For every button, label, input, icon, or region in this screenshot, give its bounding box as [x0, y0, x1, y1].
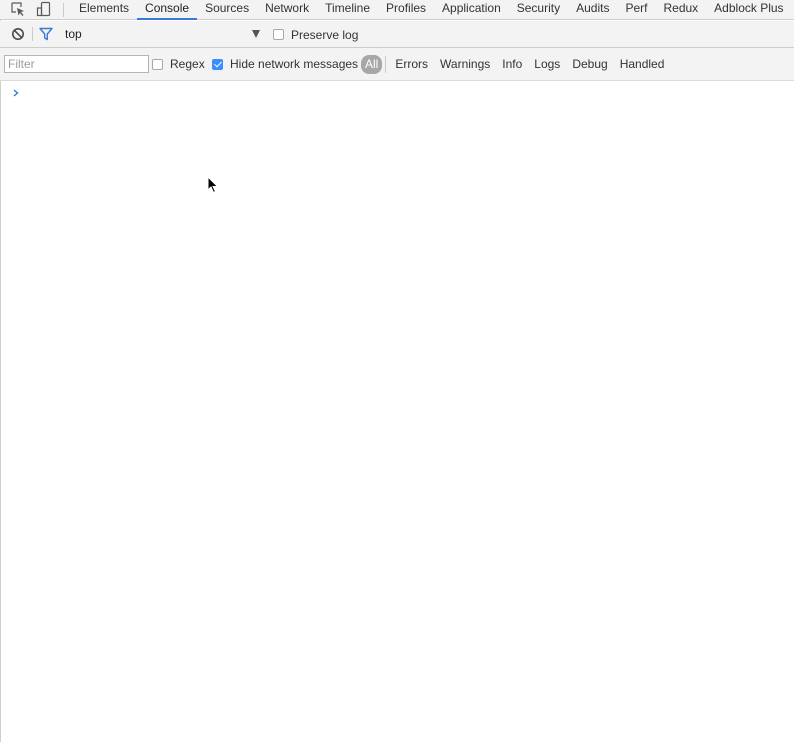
devtools-tabbar: Elements Console Sources Network Timeline Pro… [0, 0, 794, 20]
level-filter-debug[interactable]: Debug [566, 55, 613, 74]
execution-context-label: top [65, 27, 82, 41]
preserve-log-checkbox[interactable] [273, 29, 284, 40]
filter-icon[interactable] [39, 27, 53, 41]
level-filter-all[interactable]: All [361, 55, 383, 74]
hide-network-toggle[interactable]: Hide network messages [212, 57, 358, 71]
clear-console-icon[interactable] [11, 27, 25, 41]
tab-profiles[interactable]: Profiles [378, 0, 434, 20]
hide-network-checkbox[interactable] [212, 58, 223, 70]
tab-perf[interactable]: Perf [617, 0, 655, 20]
tab-adblock-plus[interactable]: Adblock Plus [706, 0, 791, 20]
tab-network[interactable]: Network [257, 0, 317, 20]
console-messages-area[interactable] [1, 81, 794, 742]
dropdown-arrow-icon [252, 30, 260, 38]
level-filter-info[interactable]: Info [496, 55, 528, 74]
level-filter-handled[interactable]: Handled [614, 55, 671, 74]
execution-context-select[interactable]: top [65, 27, 265, 42]
hide-network-label: Hide network messages [230, 57, 359, 71]
log-level-filters: All Errors Warnings Info Logs Debug Handled [361, 54, 670, 75]
tab-application[interactable]: Application [434, 0, 509, 20]
preserve-log-toggle[interactable]: Preserve log [273, 27, 358, 42]
toolbar-separator [32, 27, 33, 41]
tab-console[interactable]: Console [137, 0, 198, 20]
inspect-element-icon[interactable] [10, 1, 26, 17]
panel-tabs: Elements Console Sources Network Timeline Pro… [71, 0, 792, 20]
regex-checkbox[interactable] [152, 58, 163, 70]
tabbar-separator [63, 3, 64, 17]
chevron-right-icon[interactable] [11, 87, 21, 99]
regex-label: Regex [170, 57, 205, 71]
level-filter-separator [385, 56, 387, 73]
tab-sources[interactable]: Sources [197, 0, 257, 20]
level-filter-warnings[interactable]: Warnings [434, 55, 496, 74]
level-filter-logs[interactable]: Logs [528, 55, 566, 74]
filter-input[interactable] [4, 55, 149, 73]
mouse-cursor-icon [207, 175, 219, 194]
tab-elements[interactable]: Elements [71, 0, 137, 20]
tab-security[interactable]: Security [509, 0, 568, 20]
device-toolbar-icon[interactable] [36, 1, 52, 17]
regex-toggle[interactable]: Regex [152, 57, 205, 71]
console-toolbar: top Preserve log [0, 21, 794, 48]
level-filter-errors[interactable]: Errors [389, 55, 434, 74]
tab-audits[interactable]: Audits [568, 0, 617, 20]
tab-redux[interactable]: Redux [655, 0, 706, 20]
preserve-log-label: Preserve log [291, 27, 359, 42]
tab-timeline[interactable]: Timeline [317, 0, 378, 20]
console-filter-bar: Regex Hide network messages All ErrorsWar… [0, 48, 794, 81]
